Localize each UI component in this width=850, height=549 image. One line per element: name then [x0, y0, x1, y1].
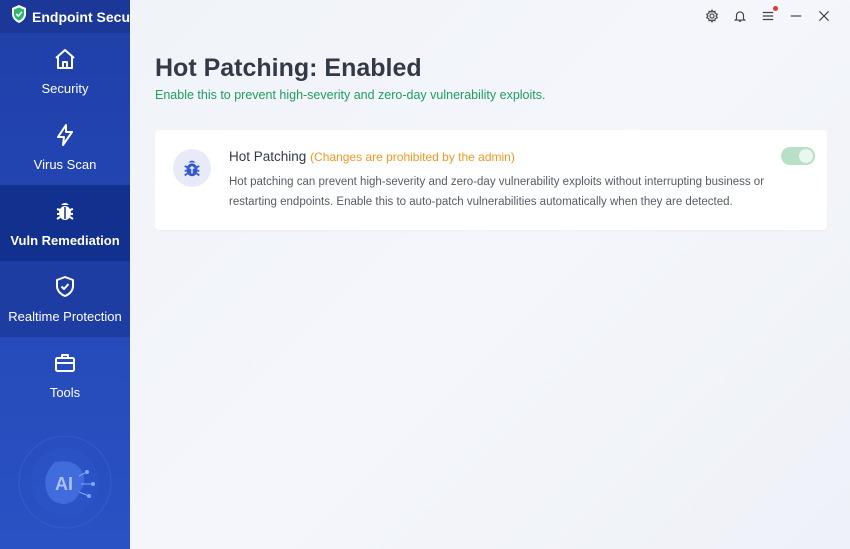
sidebar-item-tools[interactable]: Tools	[0, 337, 130, 413]
ai-badge-text: AI	[55, 474, 73, 494]
card-title-text: Hot Patching	[229, 149, 307, 164]
close-icon[interactable]	[816, 8, 832, 24]
window-controls	[704, 6, 832, 24]
hot-patching-toggle[interactable]	[781, 147, 815, 165]
admin-restriction-note: (Changes are prohibited by the admin)	[310, 150, 515, 164]
sidebar-item-virus-scan[interactable]: Virus Scan	[0, 109, 130, 185]
brand-header: Endpoint Secure	[0, 0, 130, 33]
ai-brain-logo: AI	[15, 432, 115, 532]
page-title: Hot Patching: Enabled	[155, 54, 422, 82]
sidebar-item-vuln-remediation[interactable]: Vuln Remediation	[0, 185, 130, 261]
sidebar-item-security[interactable]: Security	[0, 33, 130, 109]
bell-icon[interactable]	[732, 8, 748, 24]
sidebar-item-label: Tools	[49, 385, 81, 400]
sidebar-item-label: Realtime Protection	[8, 309, 122, 324]
toggle-knob	[799, 149, 813, 163]
notification-dot	[773, 6, 778, 11]
lightning-icon	[52, 122, 78, 148]
toolbox-icon	[52, 350, 78, 376]
minimize-icon[interactable]	[788, 8, 804, 24]
card-description: Hot patching can prevent high-severity a…	[229, 176, 765, 208]
menu-icon[interactable]	[760, 6, 778, 24]
shield-check-icon	[52, 274, 78, 300]
home-icon	[52, 46, 78, 72]
sidebar-item-realtime-protection[interactable]: Realtime Protection	[0, 261, 130, 337]
settings-icon[interactable]	[704, 8, 720, 24]
card-title: Hot Patching (Changes are prohibited by …	[229, 149, 515, 164]
main-content: Hot Patching: Enabled Enable this to pre…	[130, 0, 850, 549]
shield-logo-icon	[10, 4, 28, 29]
hot-patching-card: Hot Patching (Changes are prohibited by …	[155, 130, 827, 230]
sidebar-item-label: Security	[41, 81, 89, 96]
sidebar-item-label: Virus Scan	[33, 157, 97, 172]
brand-name: Endpoint Secure	[32, 8, 130, 25]
bug-icon	[52, 198, 78, 224]
sidebar-item-label: Vuln Remediation	[10, 233, 120, 248]
page-subtitle: Enable this to prevent high-severity and…	[155, 88, 546, 102]
sidebar: Endpoint Secure Security Virus Scan Vuln	[0, 0, 130, 549]
bug-icon	[173, 149, 211, 187]
